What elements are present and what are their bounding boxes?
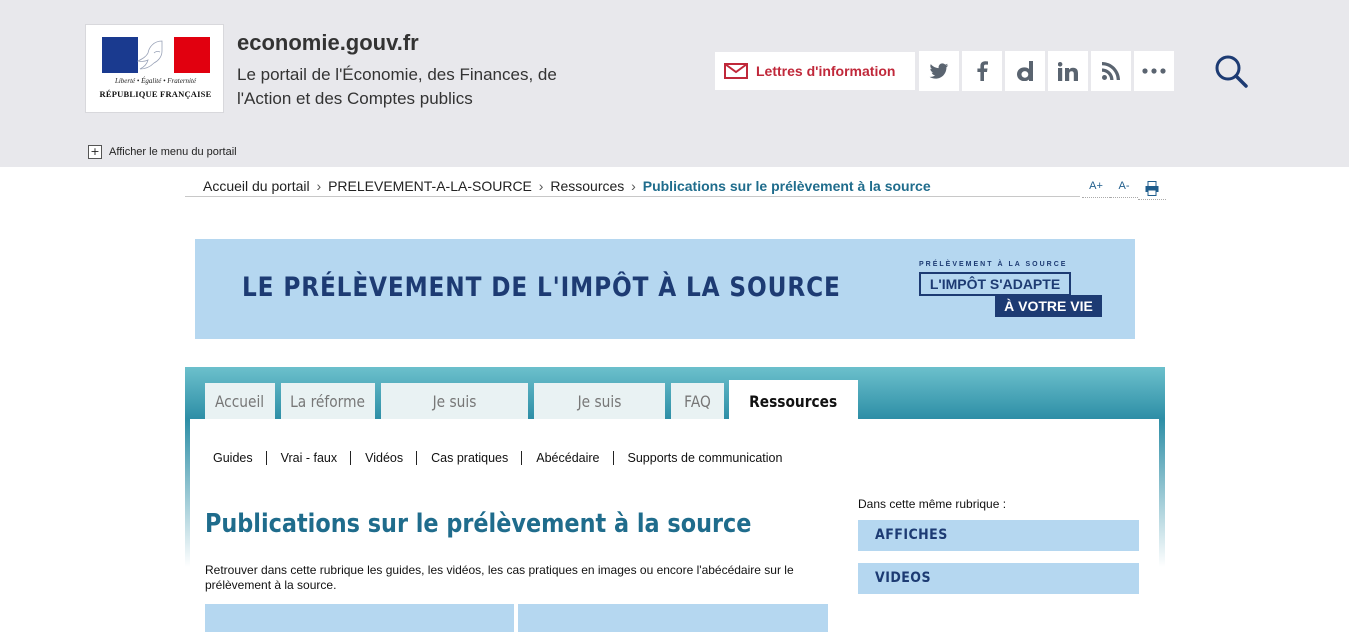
banner-title: LE PRÉLÈVEMENT DE L'IMPÔT À LA SOURCE (242, 272, 841, 303)
subnav-videos[interactable]: Vidéos (350, 451, 416, 465)
site-tagline: Le portail de l'Économie, des Finances, … (237, 65, 557, 108)
subnav-abecedaire[interactable]: Abécédaire (521, 451, 612, 465)
publication-card[interactable] (518, 604, 828, 632)
breadcrumb-separator: › (316, 178, 322, 194)
decrease-font-button[interactable]: A- (1110, 178, 1138, 198)
breadcrumb-current: Publications sur le prélèvement à la sou… (642, 178, 931, 194)
breadcrumb-separator: › (631, 178, 636, 194)
banner-kicker: PRÉLÈVEMENT À LA SOURCE (919, 261, 1068, 268)
resources-subnav: Guides Vrai - faux Vidéos Cas pratiques … (213, 451, 795, 465)
more-icon (1142, 68, 1166, 74)
increase-font-button[interactable]: A+ (1082, 178, 1110, 198)
tab-je-suis-collecteur[interactable]: Je suis collecteur (534, 383, 665, 449)
logo-motto: Liberté • Égalité • Fraternité (114, 77, 197, 85)
breadcrumb-item-resources[interactable]: Ressources (550, 178, 624, 194)
tab-label: Ressources (749, 392, 838, 411)
breadcrumb-separator: › (538, 178, 544, 194)
page-title: Publications sur le prélèvement à la sou… (205, 509, 752, 539)
tab-ressources[interactable]: Ressources (729, 380, 858, 420)
related-link-videos[interactable]: VIDEOS (858, 563, 1139, 594)
site-header: Liberté • Égalité • Fraternité RÉPUBLIQU… (0, 0, 1349, 167)
twitter-button[interactable] (919, 51, 959, 91)
breadcrumb: Accueil du portail › PRELEVEMENT-A-LA-SO… (185, 178, 1080, 197)
more-button[interactable] (1134, 51, 1174, 91)
tab-je-suis-contribuable[interactable]: Je suis contribuable (381, 383, 528, 449)
republique-francaise-logo[interactable]: Liberté • Égalité • Fraternité RÉPUBLIQU… (85, 24, 224, 113)
tab-label: Accueil (215, 392, 265, 411)
dailymotion-icon (1017, 61, 1033, 81)
related-rubric-label: Dans cette même rubrique : (858, 497, 1007, 511)
related-link-affiches[interactable]: AFFICHES (858, 520, 1139, 551)
tab-label: La réforme (290, 392, 366, 411)
tab-faq[interactable]: FAQ (671, 383, 724, 419)
related-link-label: VIDEOS (875, 570, 931, 586)
rss-button[interactable] (1091, 51, 1131, 91)
twitter-icon (929, 62, 949, 79)
tab-accueil[interactable]: Accueil (205, 383, 275, 419)
portal-menu-label: Afficher le menu du portail (109, 146, 237, 158)
facebook-button[interactable] (962, 51, 1002, 91)
dailymotion-button[interactable] (1005, 51, 1045, 91)
related-link-label: AFFICHES (875, 527, 948, 543)
search-icon (1215, 55, 1248, 88)
print-button[interactable] (1138, 178, 1166, 200)
rss-icon (1102, 62, 1120, 80)
breadcrumb-item-section[interactable]: PRELEVEMENT-A-LA-SOURCE (328, 178, 532, 194)
publication-card[interactable] (205, 604, 514, 632)
facebook-icon (976, 61, 988, 81)
linkedin-icon (1058, 61, 1078, 81)
logo-name: RÉPUBLIQUE FRANÇAISE (99, 89, 212, 99)
plus-icon: + (88, 145, 102, 159)
newsletter-label: Lettres d'information (756, 63, 896, 79)
breadcrumb-item-home[interactable]: Accueil du portail (203, 178, 310, 194)
marianne-flag-icon (102, 37, 210, 73)
banner-slogan-line2: À VOTRE VIE (995, 295, 1102, 317)
tab-la-reforme[interactable]: La réforme (281, 383, 375, 419)
tab-label: FAQ (684, 392, 711, 411)
print-icon (1145, 181, 1159, 196)
subnav-guides[interactable]: Guides (213, 451, 266, 465)
page-tools: A+ A- (1082, 178, 1166, 200)
subnav-vrai-faux[interactable]: Vrai - faux (265, 451, 351, 465)
campaign-banner: LE PRÉLÈVEMENT DE L'IMPÔT À LA SOURCE PR… (195, 239, 1135, 339)
site-name[interactable]: economie.gouv.fr (237, 30, 419, 56)
portal-menu-toggle[interactable]: + Afficher le menu du portail (88, 145, 237, 159)
subnav-cas-pratiques[interactable]: Cas pratiques (416, 451, 521, 465)
intro-text: Retrouver dans cette rubrique les guides… (205, 563, 794, 592)
banner-slogan-line1: L'IMPÔT S'ADAPTE (919, 272, 1071, 296)
linkedin-button[interactable] (1048, 51, 1088, 91)
subnav-supports-communication[interactable]: Supports de communication (612, 451, 796, 465)
mail-icon (724, 63, 748, 79)
search-button[interactable] (1212, 52, 1250, 90)
newsletter-button[interactable]: Lettres d'information (715, 52, 915, 90)
